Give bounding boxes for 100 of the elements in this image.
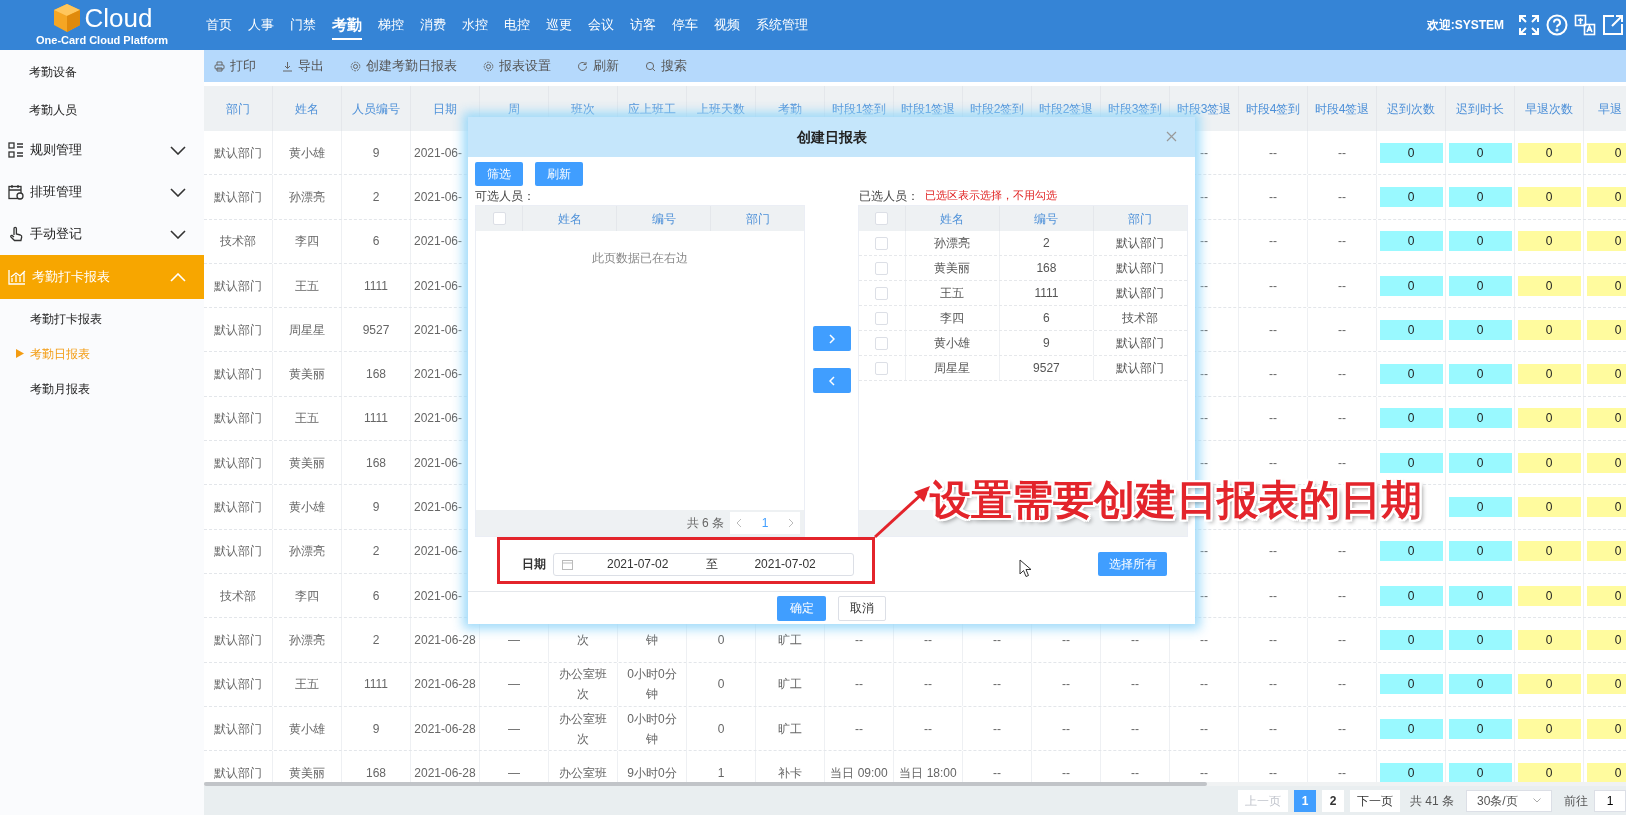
nav-tab[interactable]: 人事 <box>248 15 274 39</box>
help-icon[interactable] <box>1546 14 1568 36</box>
download-icon <box>282 60 293 72</box>
column-header[interactable]: 考勤 <box>778 99 802 118</box>
nav-tab[interactable]: 梯控 <box>378 15 404 39</box>
column-header[interactable]: 迟到次数 <box>1387 99 1435 118</box>
chevron-right-icon[interactable] <box>788 518 795 528</box>
sidebar-group[interactable]: 排班管理 <box>0 171 204 213</box>
sidebar-group[interactable]: 手动登记 <box>0 213 204 255</box>
table-cell: 0 <box>1586 408 1626 429</box>
confirm-button[interactable]: 确定 <box>777 595 826 621</box>
nav-tab[interactable]: 考勤 <box>332 13 362 41</box>
column-header[interactable]: 时段4签到 <box>1245 99 1301 118</box>
move-left-button[interactable] <box>812 368 851 393</box>
column-header[interactable]: 时段2签退 <box>1038 99 1094 118</box>
table-cell: 0 <box>1379 364 1443 385</box>
select-all-button[interactable]: 选择所有 <box>1098 552 1167 576</box>
submenu-item[interactable]: 考勤日报表 <box>30 344 90 363</box>
nav-tab[interactable]: 视频 <box>714 15 740 39</box>
page-number[interactable]: 1 <box>761 514 769 532</box>
toolbar-button[interactable]: 创建考勤日报表 <box>366 56 457 76</box>
refresh-icon <box>577 60 588 72</box>
sidebar-item[interactable]: 考勤人员 <box>0 91 204 129</box>
toolbar-button[interactable]: 刷新 <box>593 56 619 76</box>
column-header[interactable]: 人员编号 <box>352 99 400 118</box>
cancel-button[interactable]: 取消 <box>838 595 886 621</box>
submenu-item[interactable]: 考勤打卡报表 <box>30 309 102 328</box>
column-header[interactable]: 部门 <box>226 99 250 118</box>
table-cell-text: -- <box>1338 454 1346 472</box>
fullscreen-icon[interactable] <box>1518 14 1540 36</box>
toolbar-button[interactable]: 打印 <box>230 56 256 76</box>
column-header[interactable]: 时段4签退 <box>1314 99 1370 118</box>
column-header[interactable]: 时段3签到 <box>1107 99 1163 118</box>
dialog-button[interactable]: 刷新 <box>535 162 583 186</box>
column-header[interactable]: 迟到时长 <box>1456 99 1504 118</box>
nav-tab[interactable]: 会议 <box>588 15 614 39</box>
nav-tab[interactable]: 水控 <box>462 15 488 39</box>
column-header[interactable]: 早退 <box>1598 99 1622 118</box>
column-header[interactable]: 姓名 <box>295 99 319 118</box>
table-cell: 0 <box>1448 497 1512 517</box>
external-link-icon[interactable] <box>1602 14 1624 36</box>
column-header[interactable]: 上班天数 <box>697 99 745 118</box>
nav-tab[interactable]: 停车 <box>672 15 698 39</box>
date-range-field[interactable]: 2021-07-02 至 2021-07-02 <box>553 552 854 576</box>
dialog-button[interactable]: 筛选 <box>475 162 523 186</box>
checkbox[interactable] <box>492 212 506 225</box>
page-size-select[interactable]: 30条/页 <box>1466 789 1552 812</box>
column-header[interactable]: 时段2签到 <box>969 99 1025 118</box>
column-header[interactable]: 班次 <box>571 99 595 118</box>
checkbox[interactable] <box>875 236 889 250</box>
chevron-down-icon <box>170 187 186 197</box>
table-cell-text: -- <box>1200 277 1208 295</box>
checkbox[interactable] <box>875 261 889 275</box>
nav-tab[interactable]: 访客 <box>630 15 656 39</box>
column-header[interactable]: 日期 <box>433 99 457 118</box>
nav-tab[interactable]: 消费 <box>420 15 446 39</box>
page-number[interactable]: 1 <box>1294 789 1316 812</box>
toolbar-button[interactable]: 搜索 <box>661 56 687 76</box>
checkbox[interactable] <box>875 212 889 225</box>
table-cell-text: 当日 18:00 <box>899 764 957 782</box>
column-header[interactable]: 时段3签退 <box>1176 99 1232 118</box>
table-cell-text: -- <box>1200 366 1208 384</box>
table-cell-text: — <box>508 720 520 738</box>
column-header[interactable]: 时段1签退 <box>900 99 956 118</box>
nav-tab[interactable]: 电控 <box>504 15 530 39</box>
checkbox[interactable] <box>875 286 889 300</box>
column-header[interactable]: 时段1签到 <box>831 99 887 118</box>
column-header[interactable]: 姓名 <box>940 209 965 228</box>
table-cell-text: -- <box>1131 720 1139 738</box>
column-header[interactable]: 早退次数 <box>1525 99 1573 118</box>
page-input[interactable]: 1 <box>1594 789 1626 812</box>
nav-tab[interactable]: 首页 <box>206 15 232 39</box>
checkbox[interactable] <box>875 311 889 325</box>
table-cell-text: 默认部门 <box>214 277 262 295</box>
nav-tab[interactable]: 巡更 <box>546 15 572 39</box>
sidebar-group[interactable]: 考勤打卡报表 <box>0 255 204 299</box>
column-header[interactable]: 周 <box>508 99 520 118</box>
checkbox[interactable] <box>875 336 889 350</box>
page-number[interactable]: 2 <box>1322 789 1344 812</box>
toolbar-button[interactable]: 导出 <box>298 56 324 76</box>
scrollbar[interactable] <box>204 782 1207 786</box>
column-header[interactable]: 编号 <box>651 209 676 228</box>
submenu-item[interactable]: 考勤月报表 <box>30 379 90 398</box>
column-header[interactable]: 编号 <box>1034 209 1059 228</box>
nav-tab[interactable]: 系统管理 <box>756 15 808 39</box>
chevron-left-icon[interactable] <box>736 518 743 528</box>
column-header[interactable]: 部门 <box>745 209 770 228</box>
toolbar-button[interactable]: 报表设置 <box>499 56 551 76</box>
sidebar-group[interactable]: 规则管理 <box>0 129 204 171</box>
table-cell-text: -- <box>1200 410 1208 428</box>
sidebar-item[interactable]: 考勤设备 <box>0 53 204 91</box>
page-button[interactable]: 下一页 <box>1350 789 1400 812</box>
column-header[interactable]: 部门 <box>1128 209 1153 228</box>
move-right-button[interactable] <box>812 326 851 351</box>
column-header[interactable]: 姓名 <box>557 209 582 228</box>
nav-tab[interactable]: 门禁 <box>290 15 316 39</box>
checkbox[interactable] <box>875 361 889 375</box>
translate-icon[interactable] <box>1574 14 1596 36</box>
column-header[interactable]: 应上班工 <box>628 99 676 118</box>
close-icon[interactable] <box>1166 131 1177 142</box>
